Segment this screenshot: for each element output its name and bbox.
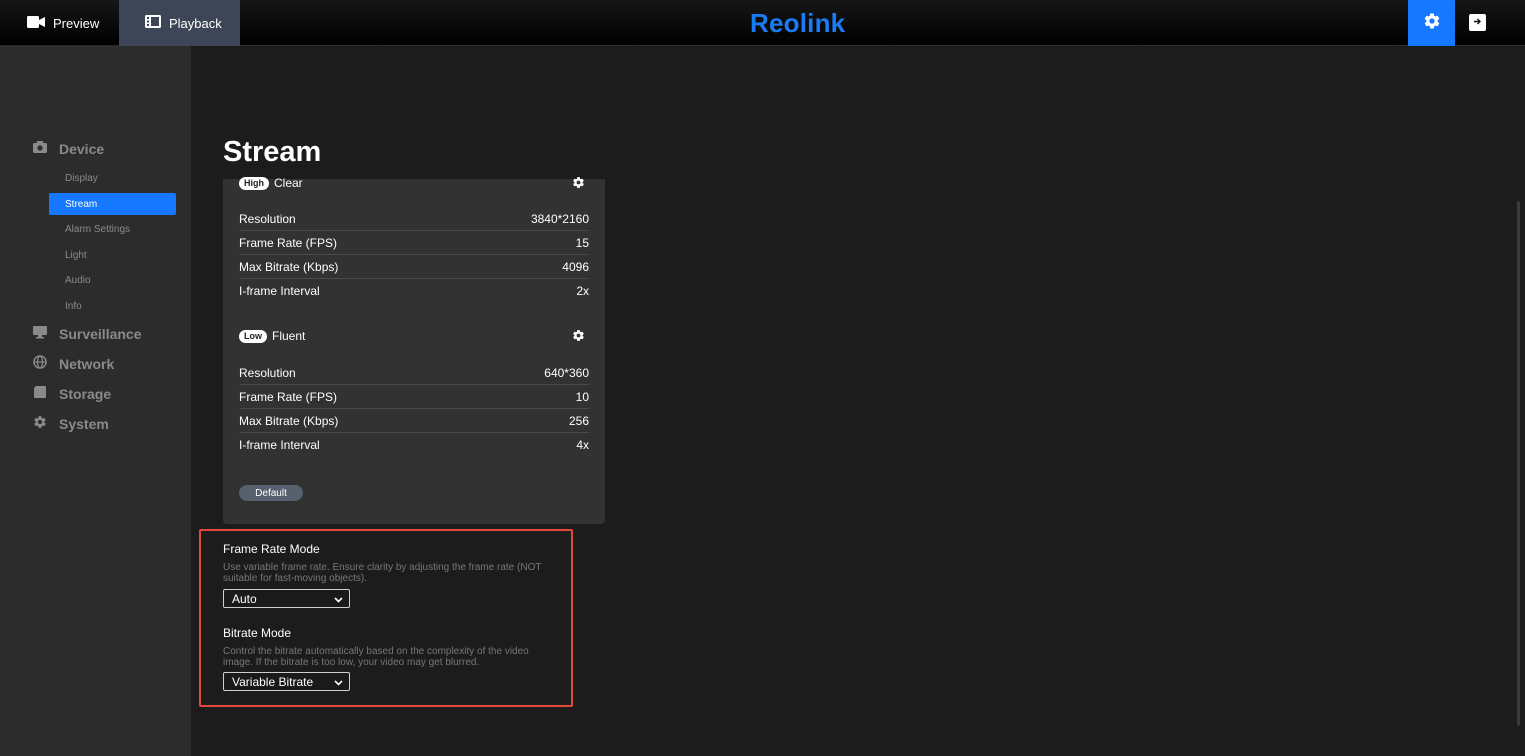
clear-iframe-row: I-frame Interval 2x bbox=[239, 279, 589, 303]
fluent-max-bitrate-row: Max Bitrate (Kbps) 256 bbox=[239, 409, 589, 433]
monitor-icon bbox=[33, 325, 47, 342]
row-label: I-frame Interval bbox=[239, 284, 320, 298]
clear-stream-name: Clear bbox=[274, 176, 303, 190]
playback-tab[interactable]: Playback bbox=[119, 0, 240, 46]
clear-settings-gear-icon[interactable] bbox=[572, 176, 585, 189]
video-camera-icon bbox=[27, 15, 45, 31]
logout-arrow-icon bbox=[1472, 14, 1483, 32]
page-title: Stream bbox=[223, 136, 322, 168]
row-value: 10 bbox=[575, 389, 589, 404]
sidebar-group-device[interactable]: Device bbox=[33, 140, 104, 157]
fluent-stream-name: Fluent bbox=[272, 329, 306, 343]
sidebar-item-light[interactable]: Light bbox=[49, 244, 176, 266]
row-label: I-frame Interval bbox=[239, 438, 320, 452]
film-icon bbox=[145, 15, 161, 31]
logout-button[interactable] bbox=[1469, 14, 1486, 31]
row-value: 2x bbox=[576, 284, 589, 298]
sidebar-item-display[interactable]: Display bbox=[49, 167, 176, 189]
gear-icon bbox=[33, 415, 47, 432]
low-badge: Low bbox=[239, 329, 267, 343]
gear-icon bbox=[1423, 12, 1441, 35]
row-label: Frame Rate (FPS) bbox=[239, 235, 338, 250]
row-value: 640*360 bbox=[544, 365, 589, 380]
fluent-resolution-row: Resolution 640*360 bbox=[239, 361, 589, 385]
row-value: 4x bbox=[576, 438, 589, 452]
sidebar-group-network[interactable]: Network bbox=[33, 355, 114, 372]
frame-rate-mode-select[interactable]: Auto bbox=[223, 589, 350, 608]
sidebar-item-info[interactable]: Info bbox=[49, 295, 176, 317]
frame-rate-mode-title: Frame Rate Mode bbox=[223, 542, 320, 556]
bitrate-mode-value: Variable Bitrate bbox=[232, 674, 314, 689]
sidebar-group-label: Storage bbox=[59, 385, 112, 402]
playback-label: Playback bbox=[169, 15, 222, 31]
sidebar-item-alarm-settings[interactable]: Alarm Settings bbox=[49, 218, 176, 240]
sidebar-group-label: Surveillance bbox=[59, 325, 142, 342]
sidebar-group-label: Device bbox=[59, 140, 105, 157]
clear-stream-header: High Clear bbox=[239, 175, 303, 191]
frame-rate-mode-description: Use variable frame rate. Ensure clarity … bbox=[223, 562, 542, 584]
fluent-iframe-row: I-frame Interval 4x bbox=[239, 433, 589, 457]
globe-icon bbox=[33, 355, 47, 372]
row-label: Resolution bbox=[239, 365, 296, 380]
frame-rate-mode-value: Auto bbox=[232, 591, 257, 606]
row-value: 256 bbox=[568, 413, 589, 428]
storage-icon bbox=[33, 385, 47, 402]
settings-button[interactable] bbox=[1408, 0, 1455, 46]
row-value: 15 bbox=[575, 235, 589, 250]
top-bar: Preview Playback Reolink bbox=[0, 0, 1525, 46]
preview-tab[interactable]: Preview bbox=[27, 0, 99, 46]
sidebar-group-label: Network bbox=[59, 355, 115, 372]
sidebar-item-stream[interactable]: Stream bbox=[49, 193, 176, 215]
bitrate-mode-description: Control the bitrate automatically based … bbox=[223, 646, 529, 668]
sidebar: Device Display Stream Alarm Settings Lig… bbox=[0, 46, 191, 756]
camera-icon bbox=[33, 140, 47, 157]
reolink-logo: Reolink bbox=[750, 8, 846, 38]
clear-resolution-row: Resolution 3840*2160 bbox=[239, 207, 589, 231]
sidebar-group-surveillance[interactable]: Surveillance bbox=[33, 325, 142, 342]
clear-max-bitrate-row: Max Bitrate (Kbps) 4096 bbox=[239, 255, 589, 279]
chevron-down-icon bbox=[334, 592, 343, 606]
row-label: Max Bitrate (Kbps) bbox=[239, 259, 339, 274]
preview-label: Preview bbox=[53, 15, 100, 31]
sidebar-group-label: System bbox=[59, 415, 109, 432]
fluent-frame-rate-row: Frame Rate (FPS) 10 bbox=[239, 385, 589, 409]
high-badge: High bbox=[239, 176, 269, 190]
row-label: Max Bitrate (Kbps) bbox=[239, 413, 339, 428]
default-button[interactable]: Default bbox=[239, 485, 303, 501]
row-value: 4096 bbox=[562, 259, 589, 274]
sidebar-group-system[interactable]: System bbox=[33, 415, 109, 432]
sidebar-item-audio[interactable]: Audio bbox=[49, 269, 176, 291]
chevron-down-icon bbox=[334, 675, 343, 689]
sidebar-group-storage[interactable]: Storage bbox=[33, 385, 111, 402]
bitrate-mode-title: Bitrate Mode bbox=[223, 626, 292, 640]
clear-frame-rate-row: Frame Rate (FPS) 15 bbox=[239, 231, 589, 255]
fluent-settings-gear-icon[interactable] bbox=[572, 329, 585, 342]
stream-panel: High Clear Resolution 3840*2160 Frame Ra… bbox=[223, 176, 605, 524]
scrollbar[interactable] bbox=[1517, 201, 1520, 726]
row-value: 3840*2160 bbox=[530, 211, 589, 226]
row-label: Frame Rate (FPS) bbox=[239, 389, 338, 404]
fluent-stream-header: Low Fluent bbox=[239, 328, 305, 344]
row-label: Resolution bbox=[239, 211, 296, 226]
bitrate-mode-select[interactable]: Variable Bitrate bbox=[223, 672, 350, 691]
